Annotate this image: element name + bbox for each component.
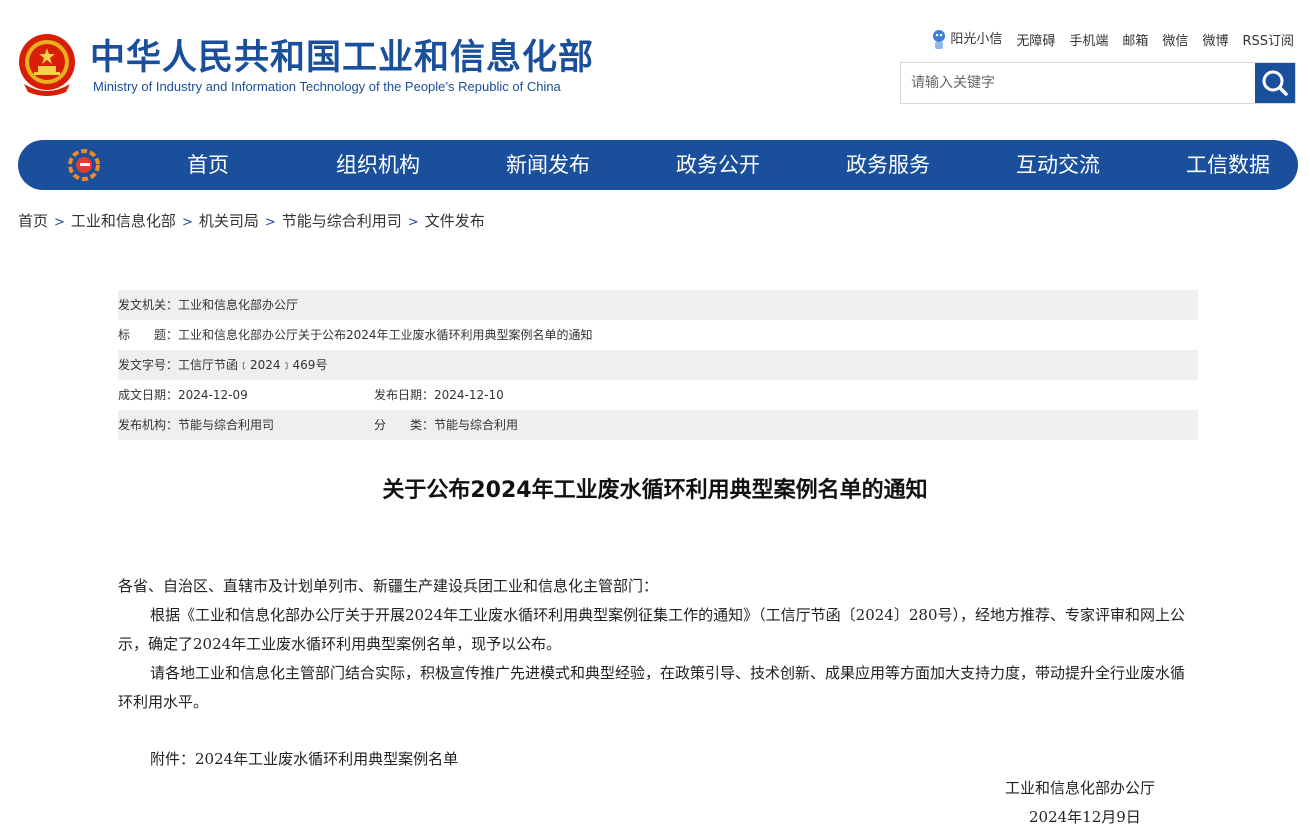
search-box xyxy=(900,62,1296,104)
search-button[interactable] xyxy=(1255,63,1295,103)
meta-row-title: 标 题：工业和信息化部办公厅关于公布2024年工业废水循环利用典型案例名单的通知 xyxy=(118,320,1198,350)
meta-title: 标 题：工业和信息化部办公厅关于公布2024年工业废水循环利用典型案例名单的通知 xyxy=(118,328,593,342)
search-input[interactable] xyxy=(901,63,1255,103)
meta-row-docno: 发文字号：工信厅节函﹝2024﹞469号 xyxy=(118,350,1198,380)
breadcrumb-departments[interactable]: 机关司局 xyxy=(199,212,259,230)
sunshine-label: 阳光小信 xyxy=(950,32,1003,47)
attachment-link[interactable]: 附件：2024年工业废水循环利用典型案例名单 xyxy=(118,745,1198,774)
meta-row-org: 发布机构：节能与综合利用司 分 类：节能与综合利用 xyxy=(118,410,1198,440)
wechat-link[interactable]: 微信 xyxy=(1162,30,1188,49)
article-title: 关于公布2024年工业废水循环利用典型案例名单的通知 xyxy=(382,478,928,503)
meta-row-dates: 成文日期：2024-12-09 发布日期：2024-12-10 xyxy=(118,380,1198,410)
meta-org: 发布机构：节能与综合利用司 xyxy=(118,418,275,432)
nav-data[interactable]: 工信数据 xyxy=(1143,140,1310,190)
document-meta: 发文机关：工业和信息化部办公厅 标 题：工业和信息化部办公厅关于公布2024年工… xyxy=(118,290,1198,440)
article-paragraph: 请各地工业和信息化主管部门结合实际，积极宣传推广先进模式和典型经验，在政策引导、… xyxy=(118,664,1186,711)
rss-link[interactable]: RSS订阅 xyxy=(1242,30,1294,49)
breadcrumb-separator: > xyxy=(54,215,65,230)
signature-org: 工业和信息化部办公厅 xyxy=(1005,779,1156,797)
mail-link[interactable]: 邮箱 xyxy=(1122,30,1148,49)
meta-issuer: 发文机关：工业和信息化部办公厅 xyxy=(118,298,299,312)
meta-doc-no: 发文字号：工信厅节函﹝2024﹞469号 xyxy=(118,358,328,372)
sunshine-link[interactable]: 阳光小信 xyxy=(931,28,1002,51)
national-emblem-icon[interactable] xyxy=(16,32,78,98)
article-greeting: 各省、自治区、直辖市及计划单列市、新疆生产建设兵团工业和信息化主管部门： xyxy=(118,577,659,595)
site-subtitle: Ministry of Industry and Information Tec… xyxy=(93,79,561,94)
nav-news[interactable]: 新闻发布 xyxy=(463,140,633,190)
nav-organization[interactable]: 组织机构 xyxy=(293,140,463,190)
breadcrumb-energy-dept[interactable]: 节能与综合利用司 xyxy=(282,212,402,230)
accessibility-link[interactable]: 无障碍 xyxy=(1016,30,1055,49)
nav-government-affairs[interactable]: 政务公开 xyxy=(633,140,803,190)
breadcrumb-separator: > xyxy=(264,215,276,230)
meta-category: 分 类：节能与综合利用 xyxy=(374,418,519,432)
breadcrumb-ministry[interactable]: 工业和信息化部 xyxy=(71,212,176,230)
mobile-link[interactable]: 手机端 xyxy=(1069,30,1108,49)
breadcrumb-documents[interactable]: 文件发布 xyxy=(425,212,485,230)
meta-created-date: 成文日期：2024-12-09 xyxy=(118,388,248,402)
site-header: 中华人民共和国工业和信息化部 Ministry of Industry and … xyxy=(0,0,1310,130)
nav-home[interactable]: 首页 xyxy=(123,140,293,190)
nav-services[interactable]: 政务服务 xyxy=(803,140,973,190)
nav-interaction[interactable]: 互动交流 xyxy=(973,140,1143,190)
breadcrumb: 首页 > 工业和信息化部 > 机关司局 > 节能与综合利用司 > 文件发布 xyxy=(18,210,485,231)
breadcrumb-home[interactable]: 首页 xyxy=(18,212,48,230)
breadcrumb-separator: > xyxy=(181,215,193,230)
miit-logo-icon xyxy=(68,149,100,181)
site-title[interactable]: 中华人民共和国工业和信息化部 xyxy=(90,36,594,80)
signature-date: 2024年12月9日 xyxy=(1029,808,1141,826)
weibo-link[interactable]: 微博 xyxy=(1202,30,1228,49)
breadcrumb-separator: > xyxy=(407,215,419,230)
meta-published-date: 发布日期：2024-12-10 xyxy=(374,388,504,402)
article-paragraph: 根据《工业和信息化部办公厅关于开展2024年工业废水循环利用典型案例征集工作的通… xyxy=(118,606,1185,653)
robot-icon xyxy=(933,29,946,49)
main-nav: 首页 组织机构 新闻发布 政务公开 政务服务 互动交流 工信数据 xyxy=(18,140,1298,190)
meta-row-issuer: 发文机关：工业和信息化部办公厅 xyxy=(118,290,1198,320)
top-links: 阳光小信 无障碍 手机端 邮箱 微信 微博 RSS订阅 xyxy=(917,28,1294,51)
search-icon xyxy=(1262,70,1288,96)
